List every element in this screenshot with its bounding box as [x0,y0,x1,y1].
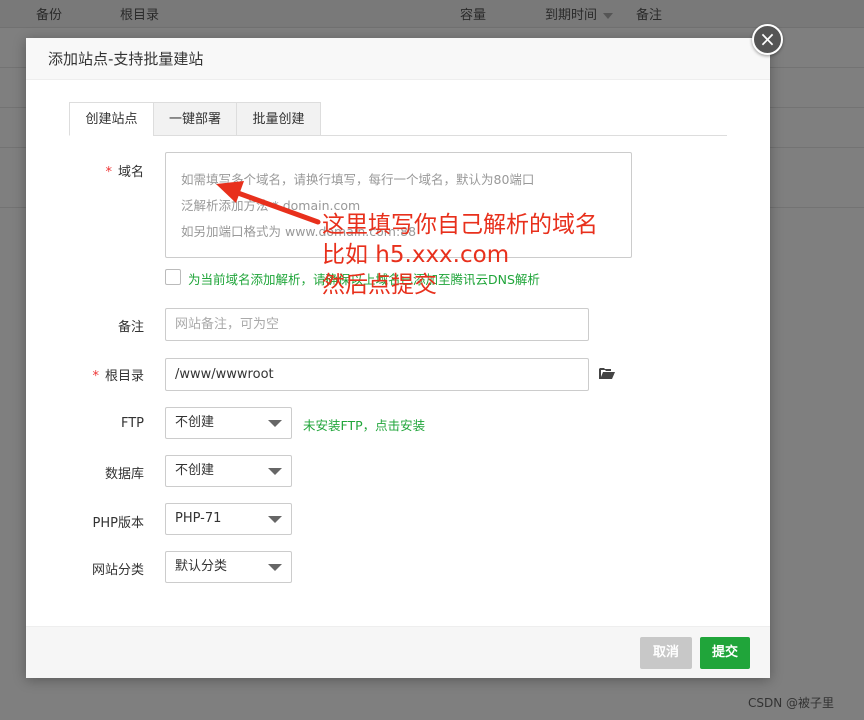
annotation-line: 这里填写你自己解析的域名 [322,212,598,238]
php-version-select[interactable]: PHP-71 [165,503,292,535]
database-label: 数据库 [104,467,144,482]
required-mark: * [105,165,112,180]
dialog-title: 添加站点-支持批量建站 [26,38,770,80]
dns-resolve-checkbox[interactable] [165,269,181,285]
database-select[interactable]: 不创建 [165,455,292,487]
domain-label: * 域名 [86,161,144,180]
required-mark: * [92,369,99,384]
site-category-label: 网站分类 [91,563,144,578]
chevron-down-icon [268,516,282,523]
add-site-dialog: 添加站点-支持批量建站 创建站点 一键部署 批量创建 * 域名 如需填写多个域名，… [26,38,770,678]
ftp-select[interactable]: 不创建 [165,407,292,439]
annotation-line: 然后点提交 [322,272,437,298]
tab-one-click-deploy[interactable]: 一键部署 [153,102,237,136]
cancel-button[interactable]: 取消 [640,637,692,669]
submit-button[interactable]: 提交 [700,637,750,669]
database-selected-value: 不创建 [175,463,215,478]
folder-open-icon[interactable] [599,368,615,380]
close-icon[interactable]: × [752,24,783,55]
remark-label: 备注 [117,320,144,335]
annotation-line: 比如 h5.xxx.com [322,242,510,268]
ftp-selected-value: 不创建 [175,415,215,430]
chevron-down-icon [268,564,282,571]
tab-create-site[interactable]: 创建站点 [69,102,154,136]
dialog-footer: 取消 提交 [26,626,770,678]
site-category-select[interactable]: 默认分类 [165,551,292,583]
php-version-selected-value: PHP-71 [175,511,222,526]
domain-placeholder-line: 如需填写多个域名，请换行填写，每行一个域名，默认为80端口 [181,172,535,187]
tab-bar: 创建站点 一键部署 批量创建 [69,102,727,136]
root-dir-label: * 根目录 [66,365,144,384]
root-dir-input[interactable]: /www/wwwroot [165,358,589,391]
root-dir-label-text: 根目录 [104,369,144,384]
chevron-down-icon [268,468,282,475]
ftp-install-link[interactable]: 未安装FTP，点击安装 [303,415,425,434]
chevron-down-icon [268,420,282,427]
domain-label-text: 域名 [117,165,144,180]
tab-batch-create[interactable]: 批量创建 [236,102,321,136]
php-version-label: PHP版本 [92,516,144,531]
ftp-label: FTP [120,416,144,431]
remark-input[interactable]: 网站备注，可为空 [165,308,589,341]
watermark: CSDN @被子里 [748,696,835,710]
site-category-selected-value: 默认分类 [175,559,228,574]
